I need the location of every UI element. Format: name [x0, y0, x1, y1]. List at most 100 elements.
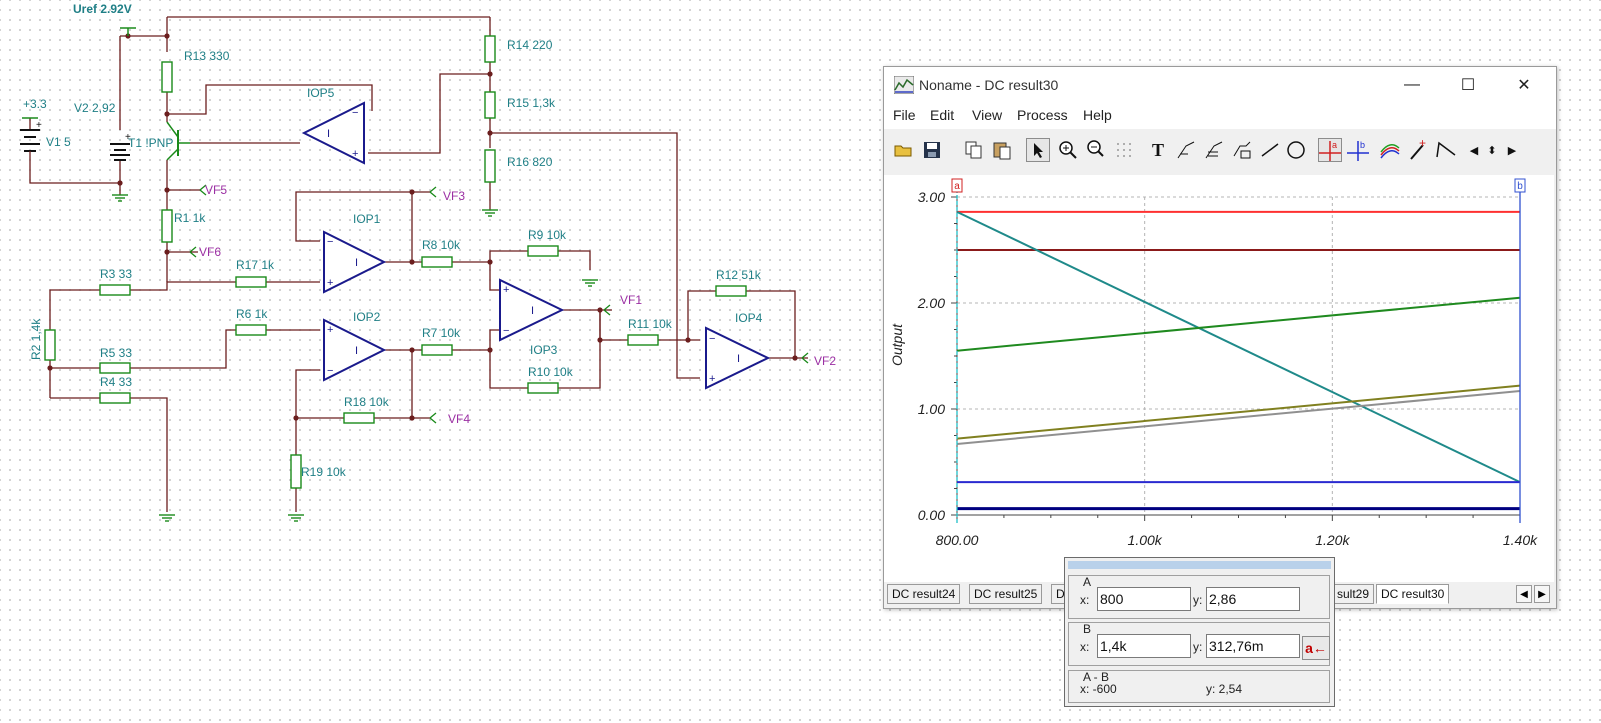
- pointer-icon[interactable]: [1026, 138, 1050, 162]
- step-icon[interactable]: [1434, 138, 1458, 162]
- paste-icon[interactable]: [990, 138, 1014, 162]
- resistor-r14[interactable]: R14 220: [484, 35, 553, 63]
- marker-icon[interactable]: +: [1406, 138, 1430, 162]
- opamp-iop3[interactable]: I + − IOP3: [499, 278, 565, 357]
- menu-edit[interactable]: Edit: [930, 107, 954, 123]
- menu-process[interactable]: Process: [1017, 107, 1068, 123]
- app-icon: [894, 76, 914, 94]
- curves-icon[interactable]: [1378, 138, 1402, 162]
- v2-battery[interactable]: + V2 2,92: [74, 101, 131, 161]
- t1-transistor[interactable]: T1 !PNP: [128, 121, 190, 161]
- vf1-label: VF1: [620, 293, 642, 307]
- text-tool-icon[interactable]: T: [1146, 138, 1170, 162]
- v1-battery[interactable]: +3.3 + V1 5: [20, 97, 71, 158]
- r16-label: R16 820: [507, 155, 553, 169]
- save-icon[interactable]: [920, 138, 944, 162]
- series-line-3: [956, 210, 1521, 484]
- resistor-r18[interactable]: R18 10k: [343, 395, 390, 424]
- resistor-r6[interactable]: R6 1k: [235, 307, 268, 336]
- resistor-r16[interactable]: R16 820: [484, 149, 553, 183]
- uref-terminal[interactable]: Uref 2.92V: [73, 2, 136, 36]
- probe-vf1[interactable]: VF1: [603, 293, 642, 316]
- schematic-canvas[interactable]: Uref 2.92V +3.3 + V1 5 + V2 2,92 T1 !PNP: [0, 0, 880, 723]
- maximize-button[interactable]: ☐: [1440, 67, 1496, 103]
- probe-vf5[interactable]: VF5: [199, 183, 227, 197]
- probe-vf3[interactable]: VF3: [429, 186, 465, 203]
- circle-tool-icon[interactable]: [1284, 138, 1308, 162]
- resistor-r10[interactable]: R10 10k: [527, 365, 574, 394]
- resistor-r1[interactable]: R1 1k: [161, 209, 206, 243]
- resistor-r9[interactable]: R9 10k: [527, 228, 567, 257]
- cursor-panel-titlebar[interactable]: [1068, 561, 1331, 569]
- tab-dc-result24[interactable]: DC result24: [887, 584, 961, 604]
- tab-dc-result29[interactable]: sult29: [1332, 584, 1375, 604]
- r17-label: R17 1k: [236, 258, 275, 272]
- r11-label: R11 10k: [628, 317, 673, 331]
- tab-scroll-right-icon[interactable]: ▶: [1534, 585, 1550, 603]
- chart-grid: [951, 196, 1521, 521]
- cursor-a-y-field[interactable]: 2,86: [1206, 587, 1300, 611]
- open-icon[interactable]: [892, 138, 916, 162]
- opamp-iop2[interactable]: I + − IOP2: [323, 310, 387, 382]
- close-button[interactable]: ✕: [1496, 67, 1552, 103]
- annotate-icon-2[interactable]: [1202, 138, 1226, 162]
- zoom-100-icon[interactable]: [1084, 138, 1108, 162]
- resistor-r11[interactable]: R11 10k: [627, 317, 673, 346]
- cursor-a-icon[interactable]: a: [1318, 138, 1342, 162]
- cursor-a-x-label: x:: [1080, 593, 1090, 607]
- cursor-b-x-field[interactable]: 1,4k: [1097, 634, 1191, 658]
- chart-cursors[interactable]: ab: [951, 178, 1526, 523]
- resistor-r2[interactable]: R2 1,4k: [29, 318, 56, 361]
- probe-vf2[interactable]: VF2: [801, 352, 836, 368]
- grid-icon[interactable]: [1112, 138, 1136, 162]
- menu-file[interactable]: File: [893, 107, 916, 123]
- t1-label: T1 !PNP: [128, 136, 173, 150]
- tab-dc-result30[interactable]: DC result30: [1376, 584, 1450, 604]
- plot-area[interactable]: ab 800.00 1.00k 1.20k 1.40k 0.00 1.00 2.00 3.00…: [884, 175, 1554, 582]
- swap-cursor-button[interactable]: a←: [1302, 636, 1330, 660]
- dc-result-window[interactable]: Noname - DC result30 — ☐ ✕ File Edit Vie…: [883, 66, 1557, 609]
- r8-label: R8 10k: [422, 238, 461, 252]
- cursor-a-x-field[interactable]: 800: [1097, 587, 1191, 611]
- dc-result-chart[interactable]: ab 800.00 1.00k 1.20k 1.40k0.001.002.003.00…: [884, 175, 1554, 582]
- copy-icon[interactable]: [962, 138, 986, 162]
- annotate-icon-3[interactable]: [1230, 138, 1254, 162]
- x-tick-label: 1.40k: [1503, 532, 1538, 548]
- r10-label: R10 10k: [528, 365, 574, 379]
- r5-label: R5 33: [100, 346, 132, 360]
- opamp-iop5[interactable]: I − + IOP5: [301, 86, 365, 165]
- zoom-in-icon[interactable]: [1056, 138, 1080, 162]
- resistor-r4[interactable]: R4 33: [99, 375, 132, 404]
- probe-vf4[interactable]: VF4: [429, 412, 470, 426]
- line-tool-icon[interactable]: [1258, 138, 1282, 162]
- cursor-b-marker-label: b: [1517, 181, 1523, 192]
- minimize-button[interactable]: —: [1384, 67, 1440, 103]
- cursor-diff-y: y: 2,54: [1206, 682, 1243, 696]
- resistor-r15[interactable]: R15 1,3k: [484, 91, 556, 119]
- svg-text:−: −: [709, 333, 715, 345]
- toolbar-right-arrow-icon[interactable]: ▶: [1500, 138, 1524, 162]
- opamp-iop1[interactable]: I − + IOP1: [323, 212, 387, 294]
- tab-dc-result25[interactable]: DC result25: [969, 584, 1043, 604]
- resistor-r12[interactable]: R12 51k: [715, 268, 762, 297]
- cursor-b-y-field[interactable]: 312,76m: [1206, 634, 1300, 658]
- window-title: Noname - DC result30: [919, 77, 1059, 93]
- resistor-r5[interactable]: R5 33: [99, 346, 132, 374]
- svg-text:−: −: [352, 107, 358, 119]
- tab-scroll-left-icon[interactable]: ◀: [1516, 585, 1532, 603]
- cursor-readout-panel[interactable]: A x: 800 y: 2,86 B x: 1,4k y: 312,76m a←…: [1064, 557, 1335, 707]
- svg-text:I: I: [355, 345, 358, 357]
- menu-help[interactable]: Help: [1083, 107, 1112, 123]
- cursor-a-label: A: [1083, 575, 1092, 589]
- annotate-icon-1[interactable]: [1174, 138, 1198, 162]
- window-titlebar[interactable]: Noname - DC result30 — ☐ ✕: [884, 67, 1556, 103]
- opamp-iop4[interactable]: I − + IOP4: [705, 311, 771, 390]
- menu-view[interactable]: View: [972, 107, 1002, 123]
- resistor-r3[interactable]: R3 33: [99, 267, 132, 296]
- svg-text:+: +: [352, 148, 358, 160]
- svg-text:I: I: [737, 353, 740, 365]
- iop1-label: IOP1: [353, 212, 381, 226]
- cursor-b-icon[interactable]: b: [1346, 138, 1370, 162]
- resistor-r19[interactable]: R19 10k: [290, 454, 347, 489]
- toolbar: T a b + ◀ ⬍ ▶: [884, 133, 1556, 167]
